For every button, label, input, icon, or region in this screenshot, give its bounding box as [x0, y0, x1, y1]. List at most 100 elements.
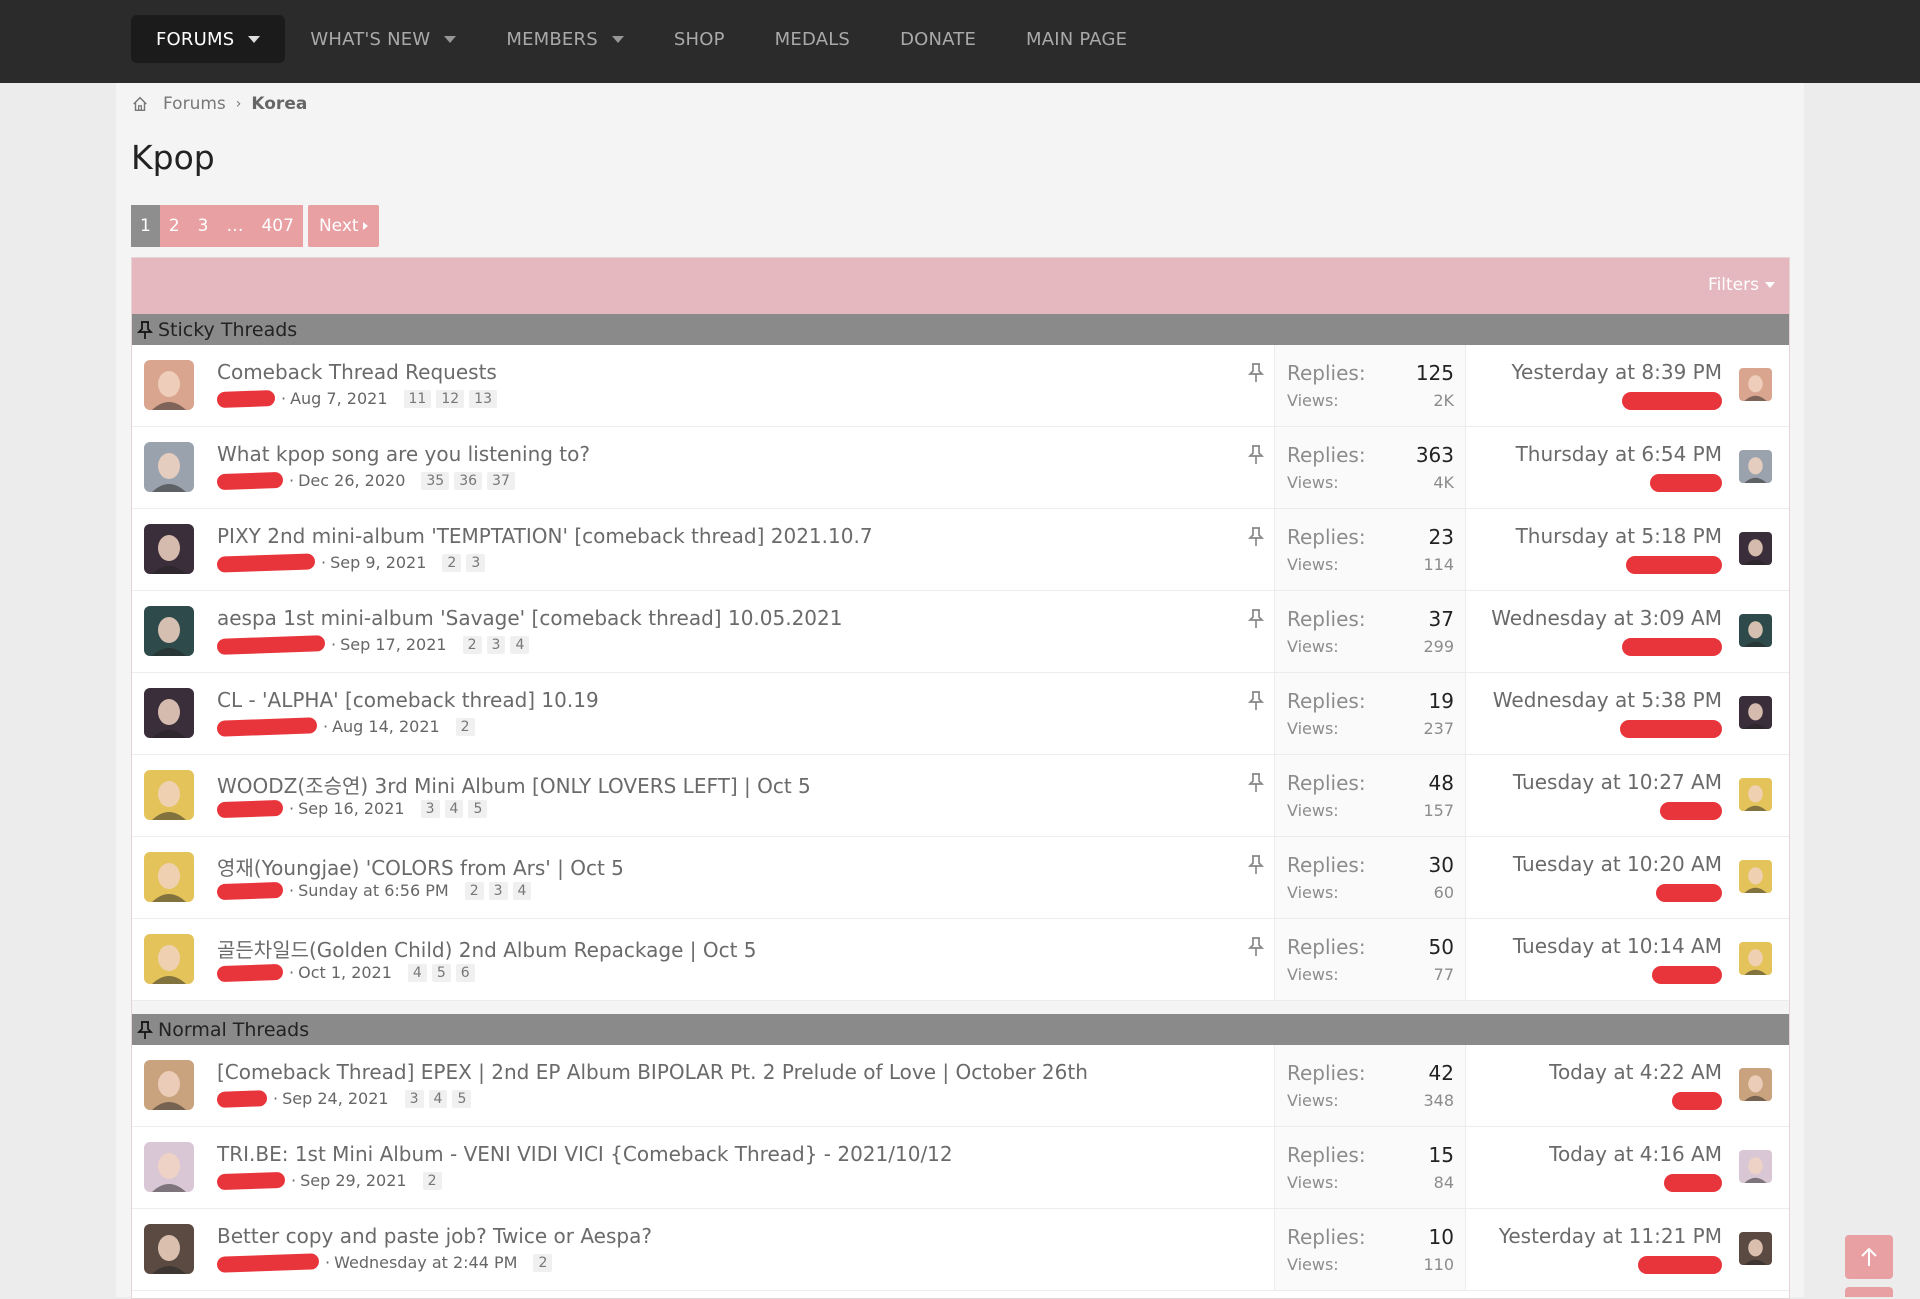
thread-page-link[interactable]: 3 — [466, 553, 486, 572]
redacted-last-poster[interactable] — [1650, 474, 1722, 492]
thread-start-date[interactable]: Sep 9, 2021 — [330, 553, 426, 572]
thread-title-link[interactable]: 골든차일드(Golden Child) 2nd Album Repackage … — [217, 934, 757, 963]
last-poster-avatar[interactable] — [1739, 450, 1772, 483]
back-to-bottom-button-edge[interactable] — [1845, 1287, 1893, 1297]
thread-page-link[interactable]: 2 — [422, 1171, 442, 1190]
nav-what-s-new[interactable]: WHAT'S NEW — [285, 15, 481, 63]
last-post-time-link[interactable]: Yesterday at 8:39 PM — [1512, 360, 1723, 384]
nav-medals[interactable]: MEDALS — [750, 15, 875, 63]
redacted-last-poster[interactable] — [1638, 1256, 1722, 1274]
thread-page-link[interactable]: 5 — [452, 1089, 472, 1108]
thread-row[interactable]: 골든차일드(Golden Child) 2nd Album Repackage … — [132, 919, 1789, 1001]
home-icon[interactable] — [131, 95, 149, 113]
thread-page-link[interactable]: 35 — [421, 471, 450, 490]
thread-title-link[interactable]: CL - 'ALPHA' [comeback thread] 10.19 — [217, 688, 599, 712]
thread-row[interactable]: WOODZ(조승연) 3rd Mini Album [ONLY LOVERS L… — [132, 755, 1789, 837]
thread-start-date[interactable]: Wednesday at 2:44 PM — [334, 1253, 517, 1272]
chevron-down-icon[interactable] — [248, 35, 261, 43]
avatar[interactable] — [144, 1142, 194, 1192]
thread-page-link[interactable]: 3 — [488, 881, 508, 900]
breadcrumb-forums-link[interactable]: Forums — [163, 94, 226, 114]
last-post-time-link[interactable]: Today at 4:16 AM — [1549, 1142, 1722, 1166]
last-post-time-link[interactable]: Today at 4:22 AM — [1549, 1060, 1722, 1084]
last-poster-avatar[interactable] — [1739, 860, 1772, 893]
nav-members[interactable]: MEMBERS — [481, 15, 649, 63]
thread-row[interactable]: TRI.BE: 1st Mini Album - VENI VIDI VICI … — [132, 1127, 1789, 1209]
page-link[interactable]: 407 — [252, 205, 303, 247]
redacted-author[interactable] — [216, 634, 326, 655]
nav-donate[interactable]: DONATE — [875, 15, 1001, 63]
redacted-author[interactable] — [216, 552, 316, 573]
redacted-last-poster[interactable] — [1620, 720, 1722, 738]
thread-page-link[interactable]: 13 — [469, 389, 497, 408]
redacted-last-poster[interactable] — [1652, 966, 1722, 984]
thread-title-link[interactable]: WOODZ(조승연) 3rd Mini Album [ONLY LOVERS L… — [217, 770, 811, 799]
last-poster-avatar[interactable] — [1739, 942, 1772, 975]
last-post-time-link[interactable]: Tuesday at 10:14 AM — [1513, 934, 1722, 958]
thread-start-date[interactable]: Dec 26, 2020 — [298, 471, 405, 490]
redacted-author[interactable] — [216, 881, 284, 900]
nav-forums[interactable]: FORUMS — [131, 15, 286, 63]
thread-title-link[interactable]: TRI.BE: 1st Mini Album - VENI VIDI VICI … — [217, 1142, 953, 1166]
avatar[interactable] — [144, 770, 194, 820]
redacted-author[interactable] — [216, 1252, 320, 1273]
last-poster-avatar[interactable] — [1739, 696, 1772, 729]
redacted-author[interactable] — [216, 799, 284, 818]
last-post-time-link[interactable]: Wednesday at 3:09 AM — [1491, 606, 1722, 630]
avatar[interactable] — [144, 688, 194, 738]
avatar[interactable] — [144, 1224, 194, 1274]
thread-page-link[interactable]: 12 — [436, 389, 465, 408]
redacted-author[interactable] — [216, 963, 284, 982]
chevron-down-icon[interactable] — [444, 35, 457, 43]
thread-title-link[interactable]: Comeback Thread Requests — [217, 360, 497, 384]
thread-page-link[interactable]: 4 — [512, 881, 532, 900]
nav-main-page[interactable]: MAIN PAGE — [1001, 15, 1152, 63]
thread-start-date[interactable]: Aug 14, 2021 — [332, 717, 440, 736]
chevron-down-icon[interactable] — [611, 35, 624, 43]
redacted-author[interactable] — [216, 471, 284, 490]
thread-page-link[interactable]: 2 — [462, 635, 482, 654]
redacted-author[interactable] — [216, 389, 276, 408]
avatar[interactable] — [144, 606, 194, 656]
redacted-last-poster[interactable] — [1660, 802, 1722, 820]
thread-start-date[interactable]: Sep 29, 2021 — [300, 1171, 407, 1190]
thread-row[interactable]: 영재(Youngjae) 'COLORS from Ars' | Oct 5 · S… — [132, 837, 1789, 919]
breadcrumb-korea-link[interactable]: Korea — [251, 94, 307, 114]
thread-title-link[interactable]: What kpop song are you listening to? — [217, 442, 590, 466]
redacted-last-poster[interactable] — [1622, 638, 1722, 656]
avatar[interactable] — [144, 1060, 194, 1110]
thread-start-date[interactable]: Sep 16, 2021 — [298, 799, 405, 818]
page-link[interactable]: 2 — [159, 205, 189, 247]
thread-page-link[interactable]: 6 — [455, 963, 475, 982]
thread-page-link[interactable]: 37 — [487, 471, 515, 490]
thread-start-date[interactable]: Sunday at 6:56 PM — [298, 881, 449, 900]
redacted-author[interactable] — [216, 716, 318, 737]
thread-row[interactable]: PIXY 2nd mini-album 'TEMPTATION' [comeba… — [132, 509, 1789, 591]
redacted-last-poster[interactable] — [1656, 884, 1722, 902]
last-poster-avatar[interactable] — [1739, 532, 1772, 565]
next-page-button[interactable]: Next — [307, 205, 379, 247]
last-poster-avatar[interactable] — [1739, 1068, 1772, 1101]
thread-page-link[interactable]: 2 — [455, 717, 475, 736]
thread-row[interactable]: Comeback Thread Requests · Aug 7, 2021 11 12… — [132, 345, 1789, 427]
thread-title-link[interactable]: Better copy and paste job? Twice or Aesp… — [217, 1224, 652, 1248]
last-post-time-link[interactable]: Tuesday at 10:20 AM — [1513, 852, 1722, 876]
last-poster-avatar[interactable] — [1739, 1150, 1772, 1183]
thread-start-date[interactable]: Aug 7, 2021 — [290, 389, 387, 408]
thread-page-link[interactable]: 2 — [442, 553, 462, 572]
avatar[interactable] — [144, 442, 194, 492]
thread-page-link[interactable]: 4 — [444, 799, 464, 818]
avatar[interactable] — [144, 524, 194, 574]
thread-row[interactable]: [Comeback Thread] EPEX | 2nd EP Album BI… — [132, 1045, 1789, 1127]
thread-page-link[interactable]: 3 — [420, 799, 440, 818]
filters-button[interactable]: Filters — [1708, 275, 1775, 295]
redacted-last-poster[interactable] — [1622, 392, 1722, 410]
last-post-time-link[interactable]: Thursday at 6:54 PM — [1516, 442, 1722, 466]
thread-page-link[interactable]: 4 — [510, 635, 530, 654]
back-to-top-button[interactable] — [1845, 1235, 1893, 1279]
last-poster-avatar[interactable] — [1739, 1232, 1772, 1265]
thread-page-link[interactable]: 11 — [403, 389, 432, 408]
thread-title-link[interactable]: aespa 1st mini-album 'Savage' [comeback … — [217, 606, 842, 630]
thread-page-link[interactable]: 2 — [533, 1253, 553, 1272]
thread-title-link[interactable]: PIXY 2nd mini-album 'TEMPTATION' [comeba… — [217, 524, 873, 548]
